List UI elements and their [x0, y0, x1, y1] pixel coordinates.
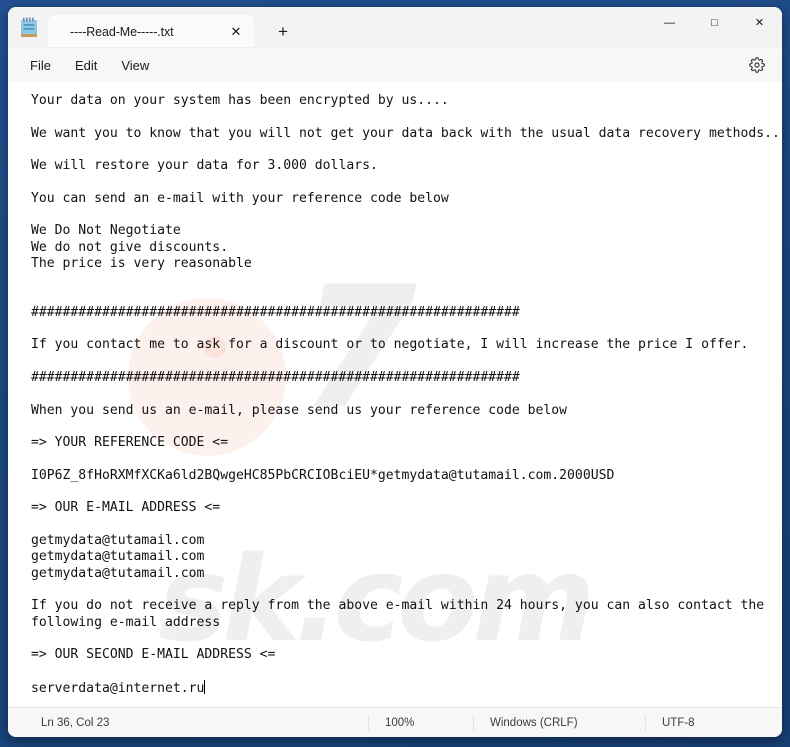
- text-editor-area[interactable]: 7 sk.com Your data on your system has be…: [8, 82, 782, 707]
- note-body: Your data on your system has been encryp…: [31, 93, 782, 696]
- menu-bar: File Edit View: [8, 48, 782, 82]
- close-window-button[interactable]: ✕: [737, 7, 782, 40]
- ransom-note-text[interactable]: Your data on your system has been encryp…: [8, 82, 782, 697]
- menu-item-edit[interactable]: Edit: [63, 54, 109, 77]
- cursor-position: Ln 36, Col 23: [41, 716, 110, 729]
- notepad-window: ----Read-Me-----.txt ✕ + — □ ✕ File Edit…: [8, 7, 782, 737]
- line-ending[interactable]: Windows (CRLF): [473, 714, 645, 731]
- tab-title: ----Read-Me-----.txt: [70, 24, 174, 39]
- tab-strip: ----Read-Me-----.txt ✕ + — □ ✕: [8, 7, 782, 48]
- document-tab[interactable]: ----Read-Me-----.txt ✕: [48, 15, 254, 48]
- notepad-icon: [19, 17, 39, 39]
- menu-item-file[interactable]: File: [18, 54, 63, 77]
- new-tab-icon[interactable]: +: [268, 16, 298, 46]
- zoom-level[interactable]: 100%: [368, 714, 473, 731]
- status-bar: Ln 36, Col 23 100% Windows (CRLF) UTF-8: [8, 707, 782, 737]
- minimize-button[interactable]: —: [647, 7, 692, 40]
- window-controls: — □ ✕: [647, 7, 782, 40]
- encoding[interactable]: UTF-8: [645, 714, 782, 731]
- menu-item-view[interactable]: View: [109, 54, 161, 77]
- desktop-background: ----Read-Me-----.txt ✕ + — □ ✕ File Edit…: [0, 0, 790, 747]
- close-tab-icon[interactable]: ✕: [224, 20, 248, 44]
- gear-icon[interactable]: [743, 51, 771, 79]
- text-cursor: [204, 679, 206, 694]
- maximize-button[interactable]: □: [692, 7, 737, 40]
